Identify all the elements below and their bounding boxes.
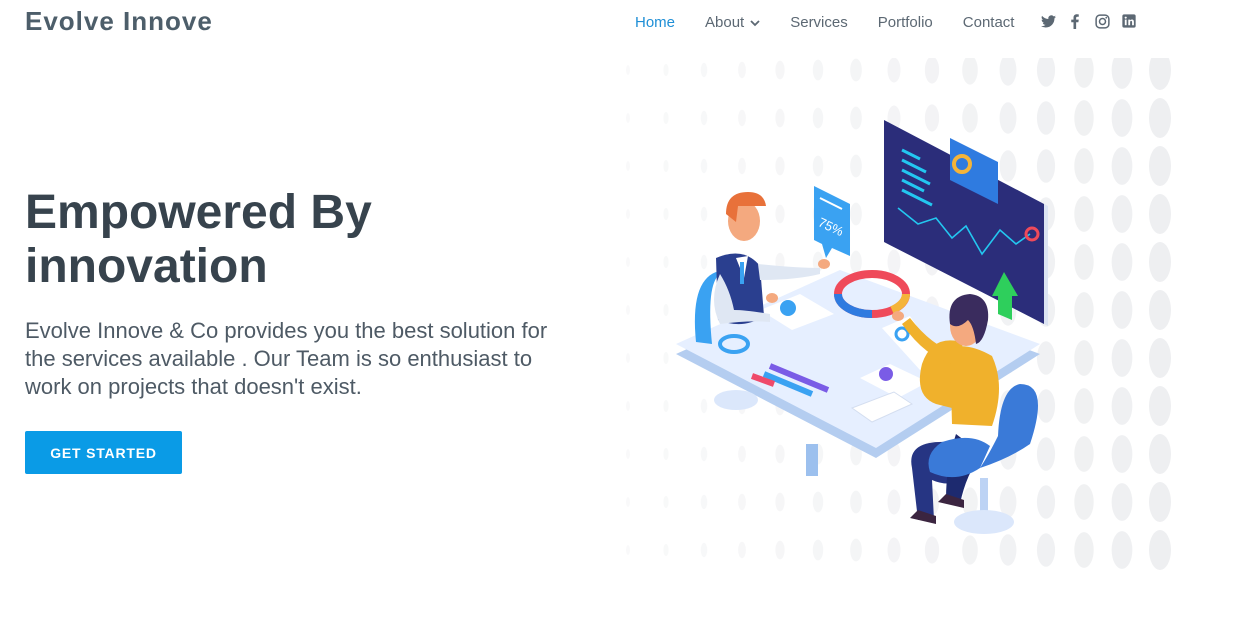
brand-logo[interactable]: Evolve Innove [25,6,213,37]
nav-about-label: About [705,14,745,31]
nav-portfolio-label: Portfolio [877,14,933,31]
facebook-icon[interactable] [1067,13,1083,29]
instagram-icon[interactable] [1094,13,1110,29]
nav-services-label: Services [790,14,848,31]
linkedin-icon[interactable] [1121,13,1137,29]
twitter-icon[interactable] [1040,13,1056,29]
hero-title: Empowered By innovation [25,186,372,293]
nav-home-label: Home [635,14,676,31]
get-started-button[interactable]: GET STARTED [25,431,182,474]
nav-about[interactable]: About [705,14,760,31]
chevron-down-icon [750,14,760,31]
nav-contact-label: Contact [962,14,1015,31]
hero-illustration: 75% [620,50,1239,603]
nav-portfolio[interactable]: Portfolio [878,14,933,31]
social-links [1040,13,1148,29]
nav-services[interactable]: Services [790,14,848,31]
main-nav: Home About Services Portfolio Contact [635,14,1044,31]
hero-description: Evolve Innove & Co provides you the best… [25,318,548,399]
nav-contact[interactable]: Contact [963,14,1015,31]
nav-home[interactable]: Home [635,14,675,31]
site-header: Evolve Innove Home About Services Portfo… [0,0,1239,46]
